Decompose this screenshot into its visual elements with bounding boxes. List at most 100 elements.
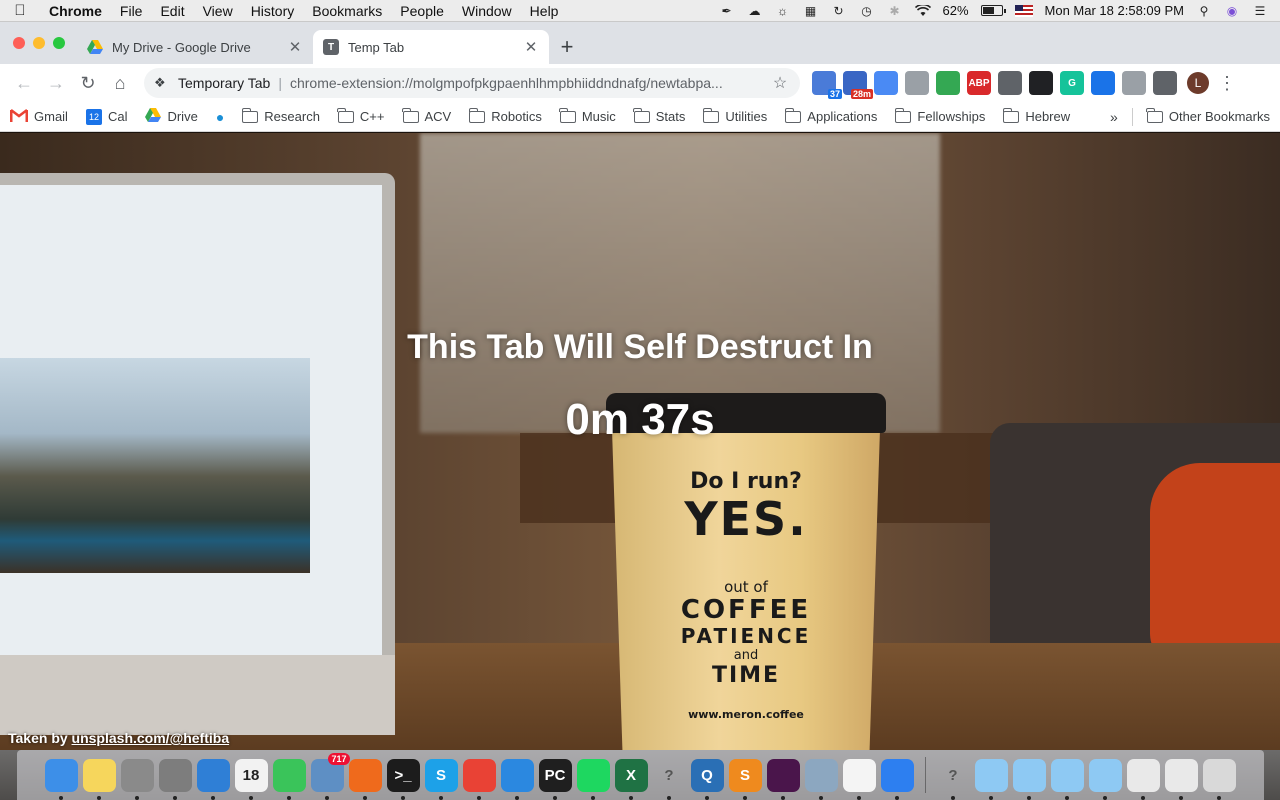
translate-extension-icon[interactable] — [874, 71, 898, 95]
extension-icon[interactable]: ❖ — [154, 75, 172, 91]
tab-my-drive[interactable]: My Drive - Google Drive ✕ — [77, 30, 313, 64]
sublime-text-icon[interactable]: S — [728, 758, 762, 800]
excel-icon[interactable]: X — [614, 758, 648, 800]
menu-history[interactable]: History — [242, 3, 304, 19]
menu-window[interactable]: Window — [453, 3, 521, 19]
facetime-icon[interactable] — [272, 758, 306, 800]
battery-percent[interactable]: 62% — [943, 3, 969, 18]
desktop-folder-icon[interactable] — [1088, 758, 1122, 800]
bookmark-utilities[interactable]: Utilities — [702, 107, 767, 124]
clock-extension-icon[interactable] — [1029, 71, 1053, 95]
finder-icon[interactable] — [44, 758, 78, 800]
bookmark-robotics[interactable]: Robotics — [468, 107, 542, 124]
menu-people[interactable]: People — [391, 3, 453, 19]
bookmark-cal[interactable]: 12 Cal — [85, 108, 127, 125]
input-source-flag-icon[interactable] — [1014, 4, 1033, 17]
url-text[interactable]: chrome-extension://molgmpofpkgpaenhlhmpb… — [290, 75, 770, 91]
bulb-extension-icon[interactable] — [1153, 71, 1177, 95]
unknown-app-icon[interactable]: ? — [937, 759, 970, 800]
bookmark-c-[interactable]: C++ — [337, 107, 385, 124]
pycharm-icon[interactable]: PC — [538, 758, 572, 800]
bookmark-research[interactable]: Research — [241, 107, 320, 124]
chrome-icon[interactable] — [462, 758, 496, 800]
time-machine-icon[interactable]: ◷ — [859, 4, 875, 18]
bookmark-drive[interactable]: Drive — [145, 108, 198, 125]
disk-utility-icon[interactable] — [120, 758, 154, 800]
menu-edit[interactable]: Edit — [151, 3, 193, 19]
wifi-icon[interactable] — [914, 4, 931, 18]
menu-bookmarks[interactable]: Bookmarks — [303, 3, 391, 19]
skype-icon[interactable]: S — [424, 758, 458, 800]
unknown-app-icon[interactable]: ? — [653, 759, 686, 800]
menu-view[interactable]: View — [194, 3, 242, 19]
close-window-button[interactable] — [13, 37, 25, 49]
xcode-icon[interactable] — [500, 758, 534, 800]
bookmark-gmail[interactable]: Gmail — [10, 108, 68, 125]
grammarly-extension-icon[interactable]: G — [1060, 71, 1084, 95]
calendar-extension-icon[interactable]: 37 — [812, 71, 842, 99]
preview-icon[interactable]: 717 — [310, 752, 350, 800]
bookmark-applications[interactable]: Applications — [784, 107, 877, 124]
home-button[interactable]: ⌂ — [104, 67, 136, 99]
image-capture-icon[interactable] — [804, 758, 838, 800]
bookmark-star-icon[interactable]: ☆ — [770, 73, 790, 93]
spaces-icon[interactable]: ▦ — [803, 4, 819, 18]
creative-cloud-icon[interactable]: ☁ — [747, 4, 763, 18]
bookmark-fellowships[interactable]: Fellowships — [894, 107, 985, 124]
chrome-window-icon[interactable] — [1164, 758, 1198, 800]
close-icon[interactable]: ✕ — [523, 38, 539, 56]
chrome-window-icon[interactable] — [1126, 758, 1160, 800]
menu-file[interactable]: File — [111, 3, 152, 19]
applications-folder-icon[interactable] — [974, 758, 1008, 800]
new-tab-button[interactable]: + — [549, 30, 585, 64]
documents-folder-icon[interactable] — [1050, 758, 1084, 800]
terminal-icon[interactable]: >_ — [386, 758, 420, 800]
other-bookmarks[interactable]: Other Bookmarks — [1146, 107, 1270, 124]
back-button[interactable]: ← — [8, 67, 40, 99]
menu-app-name[interactable]: Chrome — [40, 3, 111, 19]
textedit-icon[interactable] — [842, 758, 876, 800]
safari-icon[interactable] — [880, 758, 914, 800]
clock[interactable]: Mon Mar 18 2:58:09 PM — [1045, 3, 1184, 18]
zoom-window-button[interactable] — [53, 37, 65, 49]
battery-icon[interactable] — [980, 5, 1006, 16]
downloads-folder-icon[interactable] — [1012, 758, 1046, 800]
rocket-extension-icon[interactable] — [998, 71, 1022, 95]
bluetooth-icon[interactable]: ✱ — [887, 4, 903, 18]
quicktime-icon[interactable]: Q — [690, 758, 724, 800]
forward-button[interactable]: → — [40, 67, 72, 99]
eyedropper-icon[interactable]: ✒ — [719, 4, 735, 18]
calendar-icon[interactable]: 18 — [234, 758, 268, 800]
address-bar[interactable]: ❖ Temporary Tab | chrome-extension://mol… — [144, 68, 800, 98]
menu-help[interactable]: Help — [521, 3, 568, 19]
firefox-icon[interactable] — [348, 758, 382, 800]
bookmarks-overflow-button[interactable]: » — [1110, 109, 1118, 125]
chrome-menu-icon[interactable]: ⋮ — [1215, 73, 1239, 94]
circle-extension-icon[interactable] — [1122, 71, 1146, 95]
tab-temp-tab[interactable]: T Temp Tab ✕ — [313, 30, 549, 64]
bookmark-music[interactable]: Music — [559, 107, 616, 124]
notes-icon[interactable] — [82, 758, 116, 800]
screen-sharing-icon[interactable] — [196, 758, 230, 800]
bookmark-drop[interactable]: ● — [216, 109, 224, 125]
system-preferences-icon[interactable] — [158, 758, 192, 800]
graduation-extension-icon[interactable] — [1091, 71, 1115, 95]
siri-icon[interactable]: ◉ — [1224, 4, 1240, 18]
puzzle-extension-icon[interactable] — [905, 71, 929, 95]
photo-credit-link[interactable]: unsplash.com/@heftiba — [72, 730, 230, 746]
bookmark-hebrew[interactable]: Hebrew — [1002, 107, 1070, 124]
adblock-extension-icon[interactable]: ABP — [967, 71, 991, 95]
sync-icon[interactable]: ↻ — [831, 4, 847, 18]
slack-icon[interactable] — [766, 758, 800, 800]
spotlight-icon[interactable]: ⚲ — [1196, 4, 1212, 18]
close-icon[interactable]: ✕ — [287, 38, 303, 56]
bookmark-acv[interactable]: ACV — [402, 107, 451, 124]
trash-icon[interactable] — [1202, 758, 1236, 800]
profile-avatar[interactable]: L — [1187, 72, 1209, 94]
bookmark-stats[interactable]: Stats — [633, 107, 685, 124]
brightness-icon[interactable]: ☼ — [775, 4, 791, 18]
notification-center-icon[interactable]: ☰ — [1252, 4, 1268, 18]
spotify-icon[interactable] — [576, 758, 610, 800]
color-extension-icon[interactable] — [936, 71, 960, 95]
reload-button[interactable]: ↻ — [72, 67, 104, 99]
